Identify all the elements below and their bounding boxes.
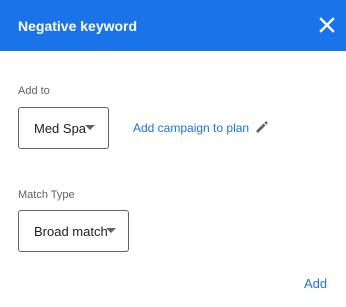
edit-campaign-button[interactable]: [255, 120, 269, 134]
add-campaign-to-plan-link[interactable]: Add campaign to plan: [133, 121, 249, 135]
dialog-header: Negative keyword: [0, 0, 346, 51]
dialog-title: Negative keyword: [18, 18, 138, 34]
match-type-dropdown[interactable]: Broad match: [18, 210, 129, 252]
add-button[interactable]: Add: [304, 276, 327, 291]
add-to-label: Add to: [18, 85, 50, 97]
pencil-icon: [256, 121, 268, 133]
add-to-selected-value: Med Spa: [34, 121, 87, 136]
add-to-dropdown[interactable]: Med Spa: [18, 107, 109, 149]
match-type-label: Match Type: [18, 189, 75, 201]
arrow-drop-down-icon: [106, 228, 116, 234]
arrow-drop-down-icon: [85, 125, 95, 131]
close-icon: [319, 17, 335, 33]
match-type-selected-value: Broad match: [34, 224, 108, 239]
close-button[interactable]: [316, 14, 338, 36]
